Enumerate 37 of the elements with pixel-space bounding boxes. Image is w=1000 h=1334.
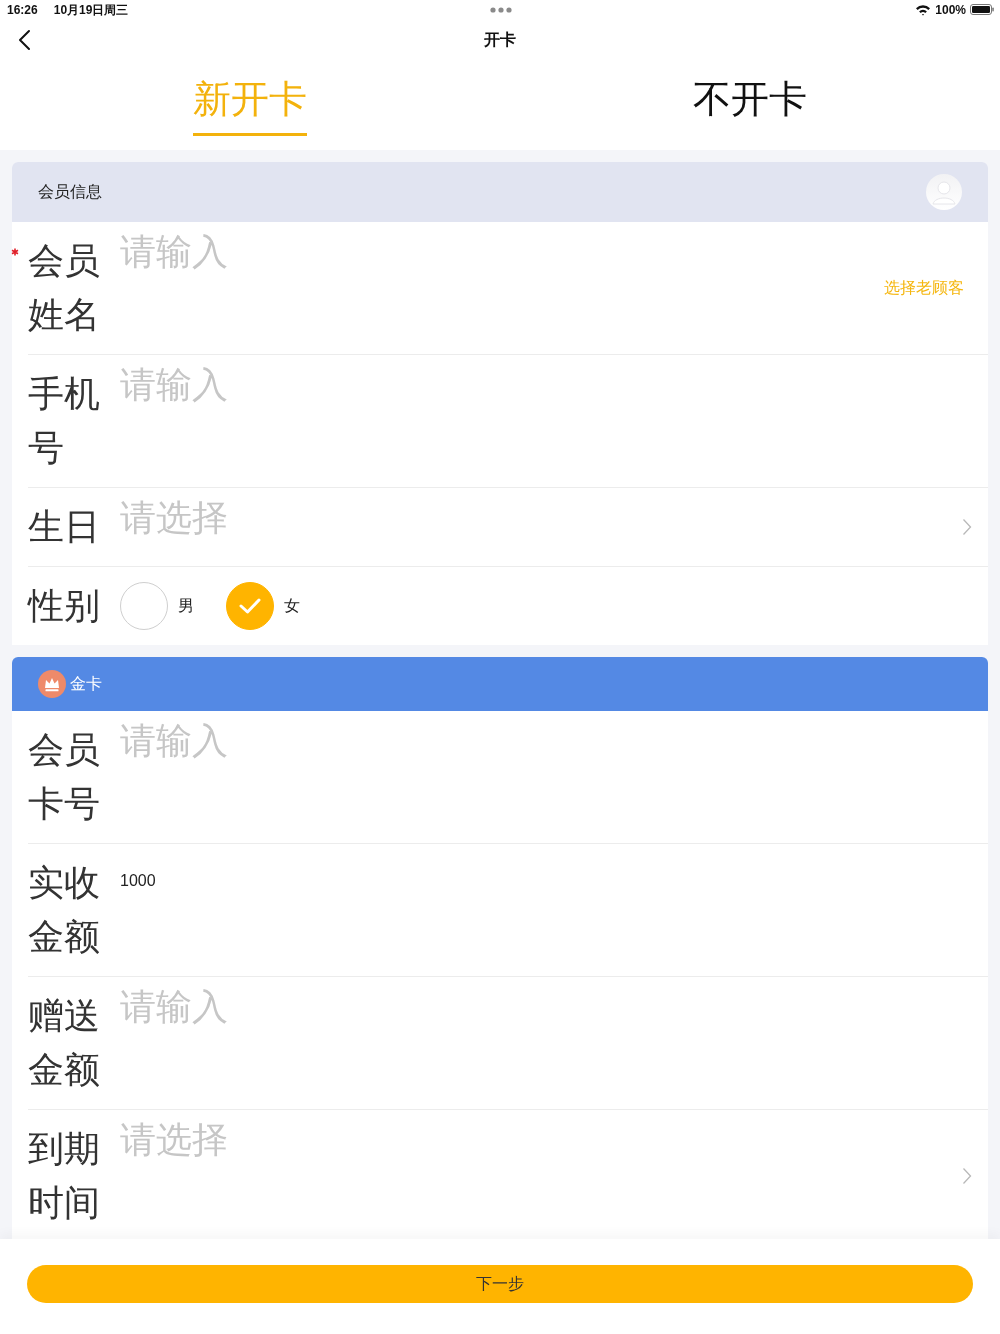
- field-label: 到期时间: [28, 1127, 101, 1226]
- radio-button[interactable]: [120, 582, 168, 631]
- page-title: 开卡: [484, 30, 516, 51]
- field-label: 实收金额: [28, 861, 101, 960]
- tab[interactable]: 不开卡: [693, 76, 807, 137]
- section-title: 会员信息: [38, 182, 102, 203]
- avatar-icon[interactable]: [926, 174, 962, 211]
- wifi-icon: [915, 3, 932, 17]
- status-time: 16:26: [7, 1, 38, 19]
- text-input[interactable]: 请输入: [120, 234, 884, 285]
- text-input[interactable]: 1000: [120, 856, 988, 907]
- next-step-button[interactable]: 下一步: [27, 1264, 973, 1303]
- status-date: 10月19日周三: [53, 1, 129, 19]
- picker-field[interactable]: 请选择: [120, 500, 962, 551]
- picker-field[interactable]: 请选择: [120, 1122, 962, 1173]
- chevron-right-icon: [962, 518, 972, 537]
- back-chevron-icon: [17, 29, 33, 52]
- field-label: 会员卡号: [28, 728, 101, 827]
- field-label: 手机号: [28, 372, 101, 471]
- text-input[interactable]: 请输入: [120, 989, 988, 1040]
- crown-icon: [38, 670, 66, 699]
- battery-percent: 100%: [935, 1, 966, 19]
- radio-button[interactable]: [226, 582, 274, 631]
- text-input[interactable]: 请输入: [120, 723, 988, 774]
- text-input[interactable]: 请输入: [120, 367, 988, 418]
- field-label: 生日: [28, 505, 101, 550]
- field-label: 会员姓名: [28, 239, 101, 338]
- field-label: 赠送金额: [28, 994, 101, 1093]
- check-icon: [239, 597, 261, 616]
- chevron-right-icon: [962, 1167, 972, 1186]
- back-button[interactable]: [17, 29, 33, 52]
- field-label: 性别: [28, 584, 101, 629]
- option-label: 男: [178, 596, 194, 617]
- more-dots-icon[interactable]: [489, 6, 512, 13]
- card-type-title: 金卡: [70, 674, 102, 695]
- battery-icon: [970, 4, 994, 16]
- option-label: 女: [284, 596, 300, 617]
